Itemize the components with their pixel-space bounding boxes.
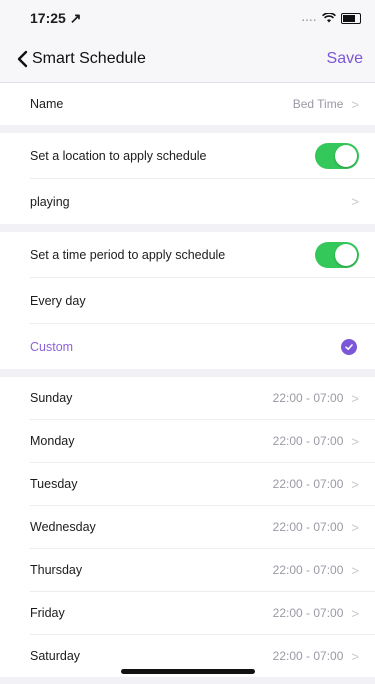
chevron-right-icon: >	[351, 390, 359, 406]
time-period-toggle-row: Set a time period to apply schedule	[0, 232, 375, 277]
day-label: Sunday	[30, 391, 73, 405]
day-time: 22:00 - 07:00	[272, 434, 344, 448]
every-day-option[interactable]: Every day	[0, 278, 375, 323]
day-time: 22:00 - 07:00	[272, 649, 344, 663]
location-arrow-icon: ↗	[69, 9, 82, 26]
chevron-right-icon: >	[351, 476, 359, 492]
every-day-label: Every day	[30, 293, 86, 308]
location-place: playing	[30, 194, 70, 209]
custom-option[interactable]: Custom	[0, 324, 375, 369]
location-toggle[interactable]	[315, 142, 359, 169]
signal-dots-icon: ....	[301, 12, 317, 24]
time-period-toggle[interactable]	[315, 241, 359, 268]
day-row-thursday[interactable]: Thursday 22:00 - 07:00 >	[0, 549, 375, 591]
name-value: Bed Time	[292, 97, 344, 111]
day-time: 22:00 - 07:00	[272, 520, 344, 534]
status-time: 17:25 ↗	[30, 9, 82, 26]
day-label: Wednesday	[30, 520, 96, 534]
back-button[interactable]: Smart Schedule	[16, 50, 146, 68]
day-time: 22:00 - 07:00	[272, 391, 344, 405]
day-time: 22:00 - 07:00	[272, 477, 344, 491]
day-row-wednesday[interactable]: Wednesday 22:00 - 07:00 >	[0, 506, 375, 548]
battery-icon	[341, 12, 361, 24]
status-bar: 17:25 ↗ ....	[0, 0, 375, 36]
chevron-right-icon: >	[351, 519, 359, 535]
day-label: Tuesday	[30, 477, 78, 491]
day-label: Monday	[30, 434, 75, 448]
name-row[interactable]: Name Bed Time >	[0, 83, 375, 125]
chevron-right-icon: >	[351, 562, 359, 578]
day-row-sunday[interactable]: Sunday 22:00 - 07:00 >	[0, 377, 375, 419]
chevron-right-icon: >	[351, 433, 359, 449]
chevron-right-icon: >	[351, 96, 359, 112]
location-toggle-row: Set a location to apply schedule	[0, 133, 375, 178]
location-place-row[interactable]: playing >	[0, 179, 375, 224]
day-label: Thursday	[30, 563, 83, 577]
day-row-monday[interactable]: Monday 22:00 - 07:00 >	[0, 420, 375, 462]
time-period-label: Set a time period to apply schedule	[30, 247, 226, 262]
day-time: 22:00 - 07:00	[272, 563, 344, 577]
day-label: Saturday	[30, 649, 81, 663]
location-label: Set a location to apply schedule	[30, 148, 207, 163]
wifi-icon	[322, 13, 336, 23]
name-label: Name	[30, 97, 64, 111]
chevron-right-icon: >	[351, 605, 359, 621]
chevron-right-icon: >	[351, 648, 359, 664]
home-indicator	[120, 669, 255, 674]
day-label: Friday	[30, 606, 65, 620]
day-row-tuesday[interactable]: Tuesday 22:00 - 07:00 >	[0, 463, 375, 505]
chevron-left-icon	[17, 50, 28, 68]
nav-bar: Smart Schedule Save	[0, 36, 375, 83]
back-label: Smart Schedule	[32, 50, 146, 67]
save-button[interactable]: Save	[327, 50, 367, 68]
day-time: 22:00 - 07:00	[272, 606, 344, 620]
checkmark-icon	[341, 338, 357, 355]
custom-label: Custom	[30, 339, 74, 354]
day-row-friday[interactable]: Friday 22:00 - 07:00 >	[0, 592, 375, 634]
days-list: Sunday 22:00 - 07:00 > Monday 22:00 - 07:00 >…	[0, 377, 375, 677]
chevron-right-icon: >	[351, 194, 359, 209]
status-icons: ....	[301, 12, 361, 24]
